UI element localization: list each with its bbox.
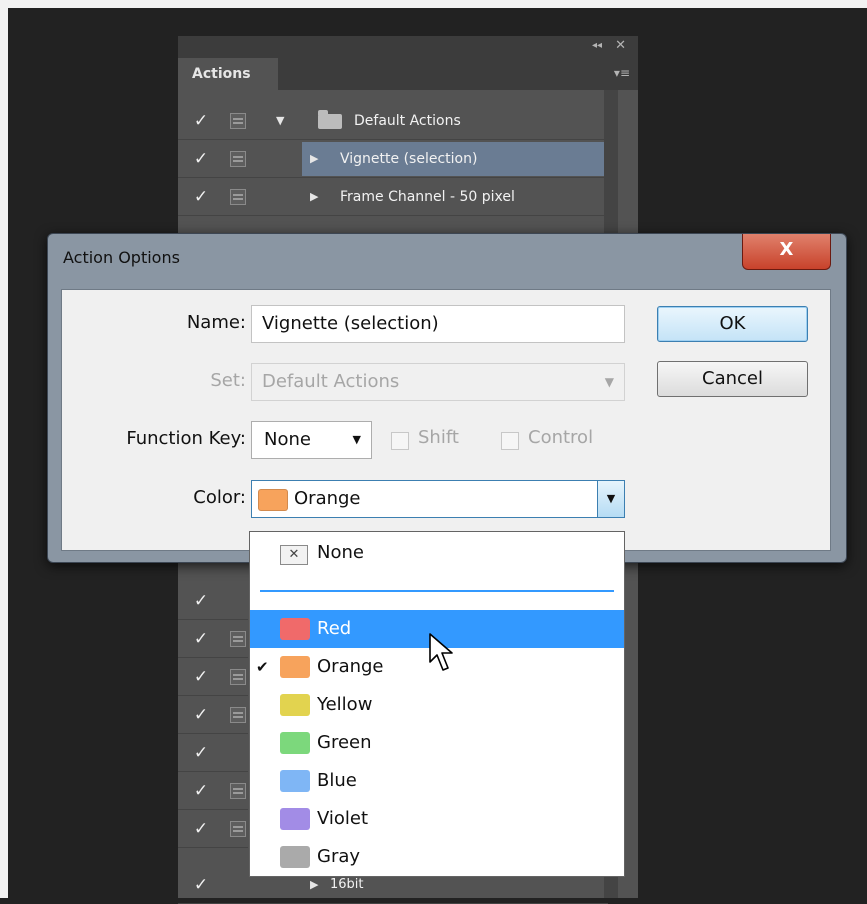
color-swatch (280, 846, 310, 868)
checkmark-icon: ✔ (256, 658, 269, 676)
dialog-toggle-icon[interactable] (230, 189, 246, 205)
chevron-down-icon[interactable]: ▼ (597, 480, 625, 518)
action-row[interactable]: ✓ (178, 772, 248, 810)
background-edge (0, 0, 8, 898)
function-key-select[interactable]: None ▼ (251, 421, 372, 459)
control-label: Control (528, 427, 594, 448)
collapsed-triangle-icon[interactable]: ▶ (310, 878, 318, 891)
action-row[interactable]: ✓ (178, 620, 248, 658)
toggle-check-icon[interactable]: ✓ (188, 810, 214, 848)
color-option-label: Yellow (317, 694, 373, 715)
name-field[interactable]: Vignette (selection) (251, 305, 625, 343)
panel-topbar: ◂◂ ✕ (178, 36, 638, 58)
color-value: Orange (294, 488, 361, 509)
tab-actions[interactable]: Actions (178, 58, 278, 90)
color-swatch (280, 808, 310, 830)
color-swatch (280, 618, 310, 640)
toggle-check-icon[interactable]: ✓ (188, 620, 214, 658)
color-option-blue[interactable]: Blue (250, 762, 624, 800)
action-label: Frame Channel - 50 pixel (340, 189, 515, 205)
collapse-icon[interactable]: ◂◂ (592, 40, 602, 51)
color-swatch (280, 656, 310, 678)
color-option-green[interactable]: Green (250, 724, 624, 762)
set-select: Default Actions ▼ (251, 363, 625, 401)
color-option-gray[interactable]: Gray (250, 838, 624, 876)
color-option-none[interactable]: ✕ None (250, 534, 624, 572)
collapsed-triangle-icon[interactable]: ▶ (310, 152, 318, 165)
cancel-button[interactable]: Cancel (657, 361, 808, 397)
dialog-toggle-icon[interactable] (230, 151, 246, 167)
close-button[interactable]: X (742, 234, 831, 270)
color-option-label: None (317, 542, 364, 563)
color-dropdown-list: ✕ None Red ✔ Orange Yellow Green Blue Vi… (249, 531, 625, 877)
color-label: Color: (193, 487, 246, 508)
action-row[interactable]: ✓ (178, 658, 248, 696)
color-option-yellow[interactable]: Yellow (250, 686, 624, 724)
collapsed-triangle-icon[interactable]: ▶ (310, 190, 318, 203)
toggle-check-icon[interactable]: ✓ (188, 140, 214, 178)
color-option-violet[interactable]: Violet (250, 800, 624, 838)
action-row[interactable]: ✓ (178, 696, 248, 734)
toggle-check-icon[interactable]: ✓ (188, 772, 214, 810)
action-row[interactable]: ✓ (178, 582, 248, 620)
action-label: Vignette (selection) (340, 151, 478, 167)
dialog-titlebar[interactable]: Action Options X (48, 234, 846, 286)
color-swatch (280, 732, 310, 754)
none-icon: ✕ (280, 545, 308, 565)
toggle-check-icon[interactable]: ✓ (188, 178, 214, 216)
color-option-label: Green (317, 732, 372, 753)
set-value: Default Actions (262, 371, 400, 392)
toggle-check-icon[interactable]: ✓ (188, 102, 214, 140)
color-swatch (280, 770, 310, 792)
mouse-cursor-icon (429, 633, 453, 671)
toggle-check-icon[interactable]: ✓ (188, 658, 214, 696)
toggle-check-icon[interactable]: ✓ (188, 582, 214, 620)
function-key-value: None (264, 429, 311, 450)
color-option-label: Blue (317, 770, 357, 791)
color-select[interactable]: Orange ▼ (251, 480, 625, 518)
expanded-triangle-icon[interactable]: ▼ (276, 114, 284, 127)
color-option-label: Orange (317, 656, 384, 677)
action-row[interactable]: ✓ (178, 810, 248, 848)
dialog-title: Action Options (63, 248, 180, 267)
color-option-label: Violet (317, 808, 369, 829)
dialog-toggle-icon[interactable] (230, 783, 246, 799)
color-swatch (258, 489, 288, 511)
dialog-body: Name: Vignette (selection) Set: Default … (61, 289, 831, 551)
dialog-toggle-icon[interactable] (230, 707, 246, 723)
name-label: Name: (186, 312, 246, 333)
panel-menu-icon[interactable]: ▾≡ (614, 66, 630, 80)
action-set-label: Default Actions (354, 113, 461, 129)
close-icon[interactable]: ✕ (615, 38, 626, 53)
background-edge-top (0, 0, 867, 8)
dialog-toggle-icon[interactable] (230, 669, 246, 685)
control-checkbox[interactable] (501, 432, 519, 450)
action-row[interactable]: ✓ (178, 734, 248, 772)
chevron-down-icon: ▼ (352, 433, 361, 446)
chevron-down-icon: ▼ (604, 375, 614, 389)
color-swatch (280, 694, 310, 716)
dialog-toggle-icon[interactable] (230, 631, 246, 647)
panel-tabbar: Actions ▾≡ (178, 58, 638, 90)
toggle-check-icon[interactable]: ✓ (188, 734, 214, 772)
toggle-check-icon[interactable]: ✓ (188, 696, 214, 734)
action-row-vignette[interactable]: ✓ ▶ Vignette (selection) (178, 140, 608, 178)
color-option-label: Red (317, 618, 352, 639)
set-label: Set: (210, 370, 246, 391)
action-options-dialog: Action Options X Name: Vignette (selecti… (47, 233, 847, 563)
shift-checkbox[interactable] (391, 432, 409, 450)
ok-button[interactable]: OK (657, 306, 808, 342)
toggle-check-icon[interactable]: ✓ (188, 866, 214, 904)
action-row-frame-channel[interactable]: ✓ ▶ Frame Channel - 50 pixel (178, 178, 608, 216)
dialog-toggle-icon[interactable] (230, 821, 246, 837)
dialog-toggle-icon[interactable] (230, 113, 246, 129)
function-key-label: Function Key: (126, 428, 246, 449)
color-option-label: Gray (317, 846, 361, 867)
shift-label: Shift (418, 427, 459, 448)
action-row-default-actions[interactable]: ✓ ▼ Default Actions (178, 102, 608, 140)
dropdown-separator (260, 590, 614, 592)
folder-icon (318, 110, 342, 129)
